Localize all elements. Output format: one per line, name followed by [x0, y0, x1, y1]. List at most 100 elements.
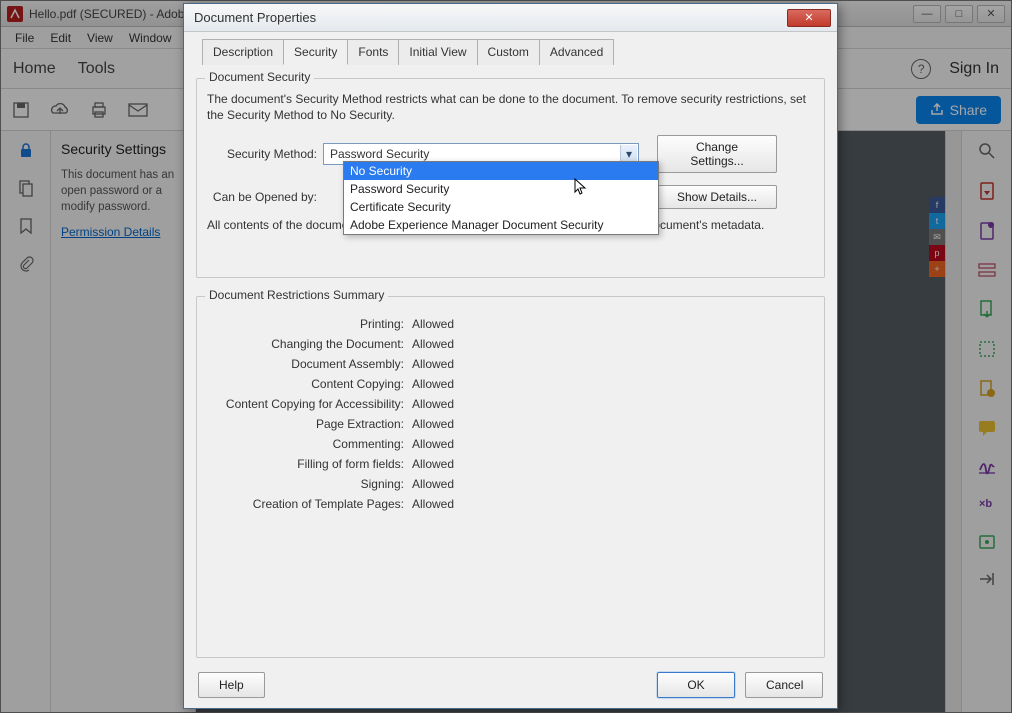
- menu-window[interactable]: Window: [121, 29, 180, 47]
- vertical-scrollbar[interactable]: [945, 131, 961, 712]
- restriction-row: Creation of Template Pages:Allowed: [207, 497, 814, 511]
- restriction-label: Filling of form fields:: [207, 457, 412, 471]
- restriction-label: Document Assembly:: [207, 357, 412, 371]
- restriction-value: Allowed: [412, 357, 454, 371]
- right-rail: ×b: [961, 131, 1011, 712]
- restriction-value: Allowed: [412, 317, 454, 331]
- protect-icon[interactable]: [977, 531, 997, 551]
- social-strip: f t ✉ p +: [929, 197, 945, 277]
- mouse-cursor-icon: [574, 178, 588, 196]
- app-icon: [7, 6, 23, 22]
- restriction-row: Signing:Allowed: [207, 477, 814, 491]
- security-method-label: Security Method:: [207, 147, 317, 161]
- document-security-legend: Document Security: [205, 70, 314, 84]
- restriction-row: Document Assembly:Allowed: [207, 357, 814, 371]
- compress-icon[interactable]: [977, 339, 997, 359]
- dialog-tabs: Description Security Fonts Initial View …: [202, 38, 825, 64]
- restriction-value: Allowed: [412, 437, 454, 451]
- restriction-value: Allowed: [412, 497, 454, 511]
- restriction-label: Page Extraction:: [207, 417, 412, 431]
- fill-sign-icon[interactable]: [977, 379, 997, 399]
- restriction-row: Commenting:Allowed: [207, 437, 814, 451]
- export-pdf-icon[interactable]: [977, 181, 997, 201]
- restriction-row: Content Copying:Allowed: [207, 377, 814, 391]
- pinterest-icon[interactable]: p: [929, 245, 945, 261]
- option-no-security[interactable]: No Security: [344, 162, 658, 180]
- ok-button[interactable]: OK: [657, 672, 735, 698]
- dialog-close-button[interactable]: ✕: [787, 9, 831, 27]
- save-icon[interactable]: [11, 100, 31, 120]
- print-icon[interactable]: [89, 100, 109, 120]
- edit-pdf-icon[interactable]: [977, 261, 997, 279]
- restriction-value: Allowed: [412, 377, 454, 391]
- dialog-title: Document Properties: [190, 10, 787, 25]
- mail-icon[interactable]: [127, 102, 149, 118]
- restriction-label: Content Copying:: [207, 377, 412, 391]
- maximize-button[interactable]: □: [945, 5, 973, 23]
- help-icon[interactable]: ?: [911, 59, 931, 79]
- restriction-label: Changing the Document:: [207, 337, 412, 351]
- restriction-row: Printing:Allowed: [207, 317, 814, 331]
- cloud-upload-icon[interactable]: [49, 101, 71, 119]
- change-settings-button[interactable]: Change Settings...: [657, 135, 777, 173]
- restriction-label: Commenting:: [207, 437, 412, 451]
- share-label: Share: [950, 102, 987, 118]
- redact-icon[interactable]: ×b: [977, 495, 997, 511]
- svg-text:×b: ×b: [979, 498, 992, 510]
- bookmark-icon[interactable]: [18, 217, 34, 235]
- restriction-label: Printing:: [207, 317, 412, 331]
- restriction-label: Content Copying for Accessibility:: [207, 397, 412, 411]
- tab-fonts[interactable]: Fonts: [347, 39, 399, 65]
- restrictions-legend: Document Restrictions Summary: [205, 288, 388, 302]
- menu-file[interactable]: File: [7, 29, 42, 47]
- panel-heading: Security Settings: [61, 141, 185, 157]
- share-button[interactable]: Share: [916, 96, 1001, 124]
- restriction-value: Allowed: [412, 337, 454, 351]
- pages-icon[interactable]: [17, 179, 35, 197]
- restriction-label: Creation of Template Pages:: [207, 497, 412, 511]
- panel-desc: This document has an open password or a …: [61, 167, 185, 215]
- addthis-icon[interactable]: +: [929, 261, 945, 277]
- organize-icon[interactable]: [977, 299, 997, 319]
- signature-icon[interactable]: [977, 457, 997, 475]
- twitter-icon[interactable]: t: [929, 213, 945, 229]
- option-certificate-security[interactable]: Certificate Security: [344, 198, 658, 216]
- dialog-footer: Help OK Cancel: [184, 662, 837, 708]
- option-aem-security[interactable]: Adobe Experience Manager Document Securi…: [344, 216, 658, 234]
- create-pdf-icon[interactable]: [977, 221, 997, 241]
- restriction-row: Page Extraction:Allowed: [207, 417, 814, 431]
- left-rail: [1, 131, 51, 712]
- tab-advanced[interactable]: Advanced: [539, 39, 614, 65]
- security-method-dropdown: No Security Password Security Certificat…: [343, 161, 659, 235]
- menu-edit[interactable]: Edit: [42, 29, 79, 47]
- lock-icon[interactable]: [17, 141, 35, 159]
- tab-description[interactable]: Description: [202, 39, 284, 65]
- app-title: Hello.pdf (SECURED) - Adob…: [29, 7, 196, 21]
- email-share-icon[interactable]: ✉: [929, 229, 945, 245]
- show-details-button[interactable]: Show Details...: [657, 185, 777, 209]
- close-button[interactable]: ✕: [977, 5, 1005, 23]
- document-properties-dialog: Document Properties ✕ Description Securi…: [183, 3, 838, 709]
- permission-details-link[interactable]: Permission Details: [61, 225, 160, 239]
- tab-custom[interactable]: Custom: [477, 39, 540, 65]
- menu-view[interactable]: View: [79, 29, 121, 47]
- security-panel: Security Settings This document has an o…: [51, 131, 196, 712]
- more-tools-icon[interactable]: [977, 571, 997, 587]
- attachment-icon[interactable]: [18, 255, 34, 273]
- tab-initial-view[interactable]: Initial View: [398, 39, 477, 65]
- restriction-row: Filling of form fields:Allowed: [207, 457, 814, 471]
- restriction-row: Content Copying for Accessibility:Allowe…: [207, 397, 814, 411]
- facebook-icon[interactable]: f: [929, 197, 945, 213]
- opened-by-label: Can be Opened by:: [207, 190, 317, 204]
- tab-tools[interactable]: Tools: [78, 60, 115, 78]
- search-icon[interactable]: [977, 141, 997, 161]
- sign-in-link[interactable]: Sign In: [949, 60, 999, 78]
- option-password-security[interactable]: Password Security: [344, 180, 658, 198]
- minimize-button[interactable]: —: [913, 5, 941, 23]
- tab-home[interactable]: Home: [13, 60, 56, 78]
- help-button[interactable]: Help: [198, 672, 265, 698]
- cancel-button[interactable]: Cancel: [745, 672, 823, 698]
- comment-icon[interactable]: [977, 419, 997, 437]
- tab-security[interactable]: Security: [283, 39, 348, 65]
- restriction-value: Allowed: [412, 417, 454, 431]
